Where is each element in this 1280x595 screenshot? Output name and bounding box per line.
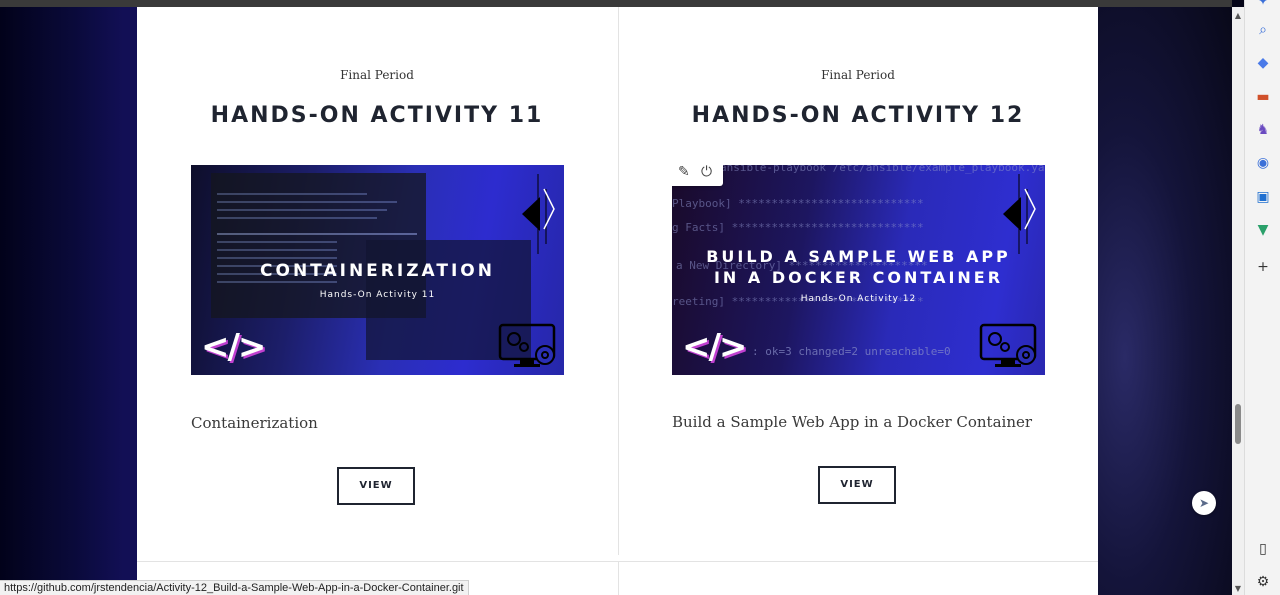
drive-icon[interactable]: ▼ xyxy=(1254,221,1272,239)
power-icon[interactable]: ⏻ xyxy=(701,165,712,180)
games-icon[interactable]: ♞ xyxy=(1254,121,1272,139)
pencil-icon[interactable]: ✎ xyxy=(678,165,690,180)
view-button[interactable]: VIEW xyxy=(818,466,896,504)
search-icon[interactable]: ⌕ xyxy=(1254,21,1272,39)
activity-card-12: Final Period HANDS-ON ACTIVITY 12 ansibl… xyxy=(618,7,1098,557)
briefcase-icon[interactable]: ▬ xyxy=(1254,88,1272,106)
thumbnail-title-line2: IN A DOCKER CONTAINER xyxy=(713,268,1004,287)
monitor-gears-icon xyxy=(979,323,1037,367)
column-divider-lower xyxy=(618,562,619,595)
card-thumbnail[interactable]: CONTAINERIZATION Hands-On Activity 11 </… xyxy=(191,165,564,375)
ghost-code-line: Playbook] **************************** xyxy=(672,197,924,210)
arrow-decoration-icon xyxy=(1003,174,1036,254)
thumbnail-subtitle: Hands-On Activity 11 xyxy=(319,290,436,300)
image-edit-toolbar[interactable]: ✎ ⏻ xyxy=(672,165,723,186)
activity-card-11: Final Period HANDS-ON ACTIVITY 11 CONTAI… xyxy=(137,7,617,557)
card-title: HANDS-ON ACTIVITY 11 xyxy=(210,103,544,128)
thumbnail-title: CONTAINERIZATION xyxy=(260,261,495,281)
scrollbar-thumb[interactable] xyxy=(1235,404,1241,444)
copilot-icon[interactable]: ✦ xyxy=(1254,0,1272,10)
card-caption: Build a Sample Web App in a Docker Conta… xyxy=(672,413,1033,431)
top-edge xyxy=(0,0,1232,7)
code-brackets-icon: </> xyxy=(682,327,747,367)
status-bar-link: https://github.com/jrstendencia/Activity… xyxy=(0,580,469,595)
copilot-app-icon[interactable]: ◉ xyxy=(1254,154,1272,172)
thumbnail-subtitle: Hands-On Activity 12 xyxy=(800,294,917,304)
card-caption: Containerization xyxy=(191,414,318,432)
card-title: HANDS-ON ACTIVITY 12 xyxy=(691,103,1025,128)
scroll-down-arrow-icon[interactable]: ▼ xyxy=(1232,584,1244,593)
add-icon[interactable]: + xyxy=(1254,258,1272,276)
tag-icon[interactable]: ◆ xyxy=(1254,54,1272,72)
settings-icon[interactable]: ⚙ xyxy=(1254,573,1272,591)
ghost-code-line: g Facts] ***************************** xyxy=(672,221,924,234)
period-label: Final Period xyxy=(821,68,895,82)
content-area: Final Period HANDS-ON ACTIVITY 11 CONTAI… xyxy=(137,7,1098,595)
monitor-gears-icon xyxy=(498,323,556,367)
rocket-icon[interactable]: ➤ xyxy=(1192,491,1216,515)
period-label: Final Period xyxy=(340,68,414,82)
code-brackets-icon: </> xyxy=(201,327,266,367)
ghost-code-line: : ok=3 changed=2 unreachable=0 xyxy=(752,345,951,358)
arrow-decoration-icon xyxy=(522,174,555,254)
thumbnail-title-line1: BUILD A SAMPLE WEB APP xyxy=(706,247,1011,266)
browser-sidebar: ✦ ⌕ ◆ ▬ ♞ ◉ ▣ ▼ + ▯ ⚙ xyxy=(1244,0,1280,595)
scroll-up-arrow-icon[interactable]: ▲ xyxy=(1232,11,1244,20)
page-scrollbar[interactable]: ▲ ▼ xyxy=(1232,7,1244,595)
outlook-icon[interactable]: ▣ xyxy=(1254,188,1272,206)
card-thumbnail[interactable]: ansible-playbook /etc/ansible/example_pl… xyxy=(672,165,1045,375)
view-button[interactable]: VIEW xyxy=(337,467,415,505)
sidebar-toggle-icon[interactable]: ▯ xyxy=(1254,540,1272,558)
